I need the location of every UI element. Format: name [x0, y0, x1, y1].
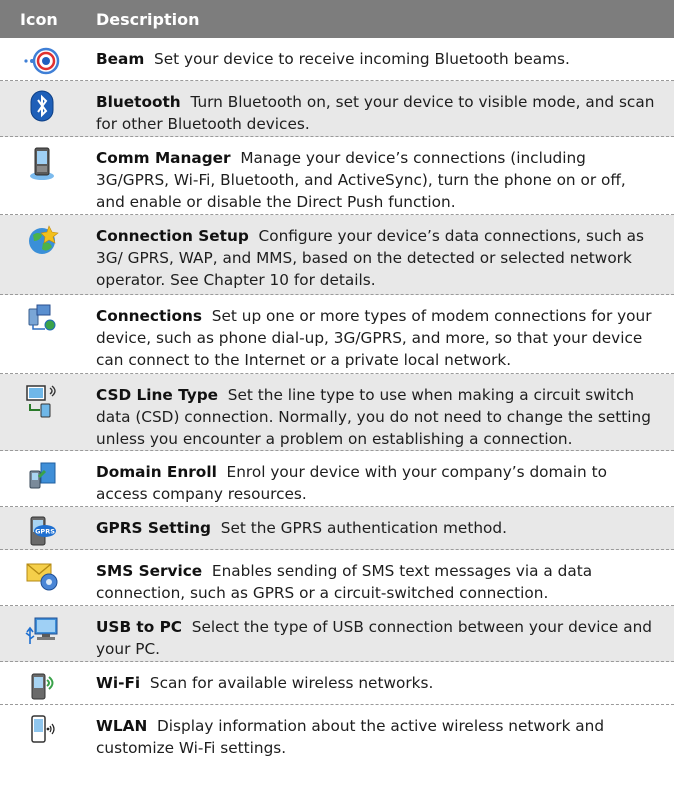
connection-setup-title: Connection Setup [96, 227, 249, 245]
wlan-title: WLAN [96, 717, 148, 735]
header-icon-column: Icon [20, 9, 58, 29]
connection-setup-icon [0, 215, 96, 294]
sms-service-title: SMS Service [96, 562, 203, 580]
header-description-column: Description [96, 9, 200, 29]
table-row-domain-enroll: Domain Enroll Enrol your device with you… [0, 451, 674, 507]
table-row-usb-to-pc: USB to PC Select the type of USB connect… [0, 606, 674, 662]
usb-to-pc-title: USB to PC [96, 618, 183, 636]
bluetooth-title: Bluetooth [96, 93, 181, 111]
comm-manager-icon [0, 137, 96, 214]
table-row-sms-service: SMS Service Enables sending of SMS text … [0, 550, 674, 606]
table-row-wlan: WLAN Display information about the activ… [0, 705, 674, 762]
table-row-beam: Beam Set your device to receive incoming… [0, 38, 674, 81]
table-header: Icon Description [0, 0, 674, 38]
table-row-wifi: Wi-Fi Scan for available wireless networ… [0, 662, 674, 705]
domain-enroll-title: Domain Enroll [96, 463, 217, 481]
csd-line-type-icon [0, 374, 96, 450]
table-row-gprs-setting: GPRS GPRS Setting Set the GPRS authentic… [0, 507, 674, 550]
sms-service-icon [0, 550, 96, 605]
table-row-bluetooth: Bluetooth Turn Bluetooth on, set your de… [0, 81, 674, 137]
table-row-comm-manager: Comm Manager Manage your device’s connec… [0, 137, 674, 215]
table-row-csd-line-type: CSD Line Type Set the line type to use w… [0, 374, 674, 451]
wifi-desc: Scan for available wireless networks. [149, 674, 434, 692]
bluetooth-icon [0, 81, 96, 136]
usb-to-pc-icon [0, 606, 96, 661]
gprs-badge-text: GPRS [35, 528, 55, 536]
beam-title: Beam [96, 50, 145, 68]
gprs-setting-icon: GPRS [0, 507, 96, 549]
wifi-icon [0, 662, 96, 704]
domain-enroll-icon [0, 451, 96, 506]
connections-icon [0, 295, 96, 373]
beam-desc: Set your device to receive incoming Blue… [154, 50, 570, 68]
settings-table: Icon Description Beam Set your device to… [0, 0, 674, 762]
table-row-connections: Connections Set up one or more types of … [0, 295, 674, 374]
wifi-title: Wi-Fi [96, 674, 141, 692]
wlan-icon [0, 705, 96, 762]
table-row-connection-setup: Connection Setup Configure your device’s… [0, 215, 674, 295]
gprs-setting-title: GPRS Setting [96, 519, 211, 537]
csd-line-type-title: CSD Line Type [96, 386, 219, 404]
gprs-setting-desc: Set the GPRS authentication method. [220, 519, 507, 537]
comm-manager-title: Comm Manager [96, 149, 231, 167]
connections-title: Connections [96, 307, 203, 325]
wlan-desc: Display information about the active wir… [96, 717, 605, 757]
beam-icon [0, 38, 96, 80]
